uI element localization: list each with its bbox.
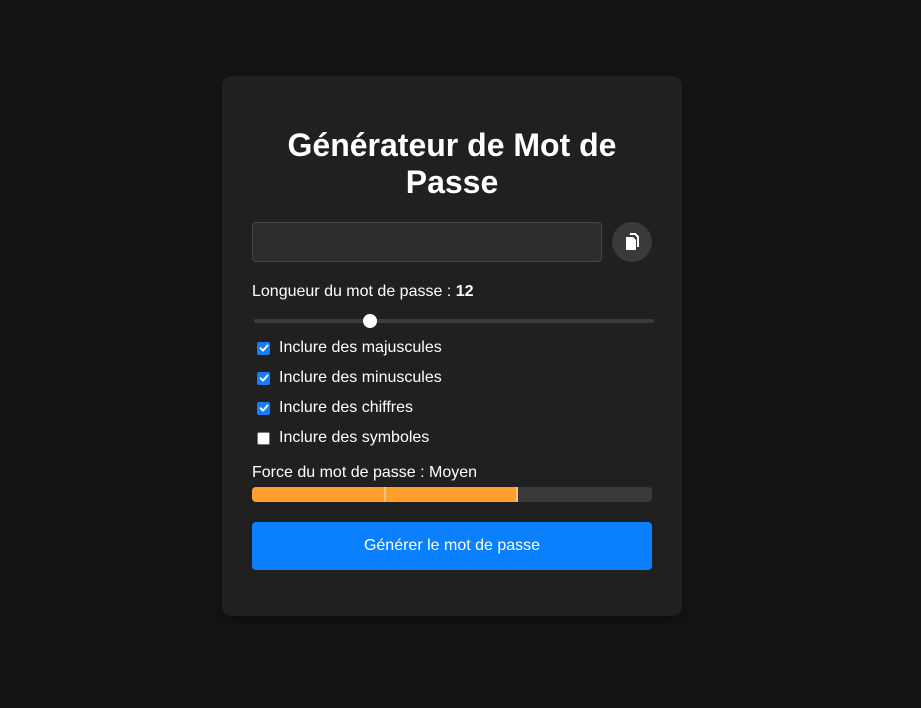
page-title: Générateur de Mot de Passe: [287, 127, 617, 200]
length-value: 12: [455, 283, 474, 300]
length-slider[interactable]: [252, 314, 654, 328]
strength-meter-divider: [384, 487, 386, 502]
option-row[interactable]: Inclure des minuscules: [257, 363, 647, 393]
slider-thumb[interactable]: [363, 314, 377, 328]
password-row: [252, 222, 652, 262]
checkmark-icon: [259, 374, 268, 382]
option-row[interactable]: Inclure des majuscules: [257, 333, 647, 363]
option-label: Inclure des minuscules: [279, 369, 442, 386]
strength-meter: [252, 487, 652, 502]
option-row[interactable]: Inclure des chiffres: [257, 393, 647, 423]
option-checkbox[interactable]: [257, 341, 270, 355]
option-checkbox[interactable]: [257, 401, 270, 415]
length-label: Longueur du mot de passe : 12: [252, 282, 474, 302]
strength-label: Force du mot de passe : Moyen: [252, 463, 477, 483]
strength-meter-divider: [516, 487, 518, 502]
options-list: Inclure des majuscules Inclure des minusc…: [257, 333, 647, 453]
generate-password-button[interactable]: Générer le mot de passe: [252, 522, 652, 570]
option-label: Inclure des chiffres: [279, 399, 413, 416]
strength-value: Moyen: [428, 464, 478, 481]
copy-icon: [622, 232, 642, 252]
checkmark-icon: [259, 404, 268, 412]
option-row[interactable]: Inclure des symboles: [257, 423, 647, 453]
slider-track[interactable]: [254, 319, 654, 323]
checkmark-icon: [259, 344, 268, 352]
password-output-field[interactable]: [252, 222, 602, 262]
strength-label-text: Force du mot de passe :: [252, 464, 429, 481]
password-generator-card: Générateur de Mot de Passe Longueur du m…: [222, 76, 682, 616]
length-label-text: Longueur du mot de passe :: [252, 283, 456, 300]
copy-button[interactable]: [612, 222, 652, 262]
option-checkbox[interactable]: [257, 371, 270, 385]
option-checkbox[interactable]: [257, 431, 270, 445]
option-label: Inclure des symboles: [279, 429, 430, 446]
option-label: Inclure des majuscules: [279, 339, 442, 356]
